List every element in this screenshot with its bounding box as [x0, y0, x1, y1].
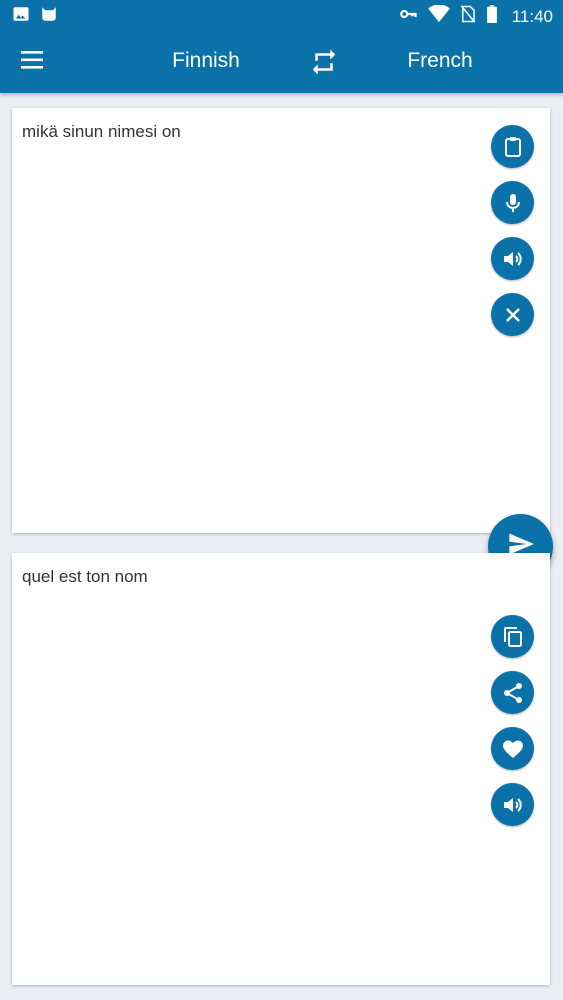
battery-icon — [486, 5, 498, 28]
favorite-icon[interactable] — [491, 727, 534, 770]
status-time: 11:40 — [511, 6, 553, 26]
menu-icon[interactable] — [20, 50, 46, 72]
cat-icon — [40, 5, 58, 28]
key-icon — [398, 5, 418, 28]
speaker-icon[interactable] — [491, 237, 534, 280]
source-input-card[interactable]: mikä sinun nimesi on — [12, 108, 550, 533]
source-language-selector[interactable]: Finnish — [131, 49, 281, 73]
source-text[interactable]: mikä sinun nimesi on — [22, 122, 181, 142]
clear-icon[interactable] — [491, 293, 534, 336]
copy-icon[interactable] — [491, 615, 534, 658]
status-bar: 11:40 — [0, 0, 563, 30]
wifi-icon — [427, 4, 450, 28]
no-sim-icon — [460, 5, 476, 28]
target-language-selector[interactable]: French — [365, 49, 515, 73]
speaker-icon[interactable] — [491, 783, 534, 826]
translation-output-card: quel est ton nom — [12, 553, 550, 985]
translated-text: quel est ton nom — [22, 567, 148, 586]
image-icon — [12, 5, 30, 28]
share-icon[interactable] — [491, 671, 534, 714]
microphone-icon[interactable] — [491, 181, 534, 224]
app-bar: Finnish French — [0, 30, 563, 93]
swap-icon[interactable] — [309, 47, 339, 77]
paste-icon[interactable] — [491, 125, 534, 168]
